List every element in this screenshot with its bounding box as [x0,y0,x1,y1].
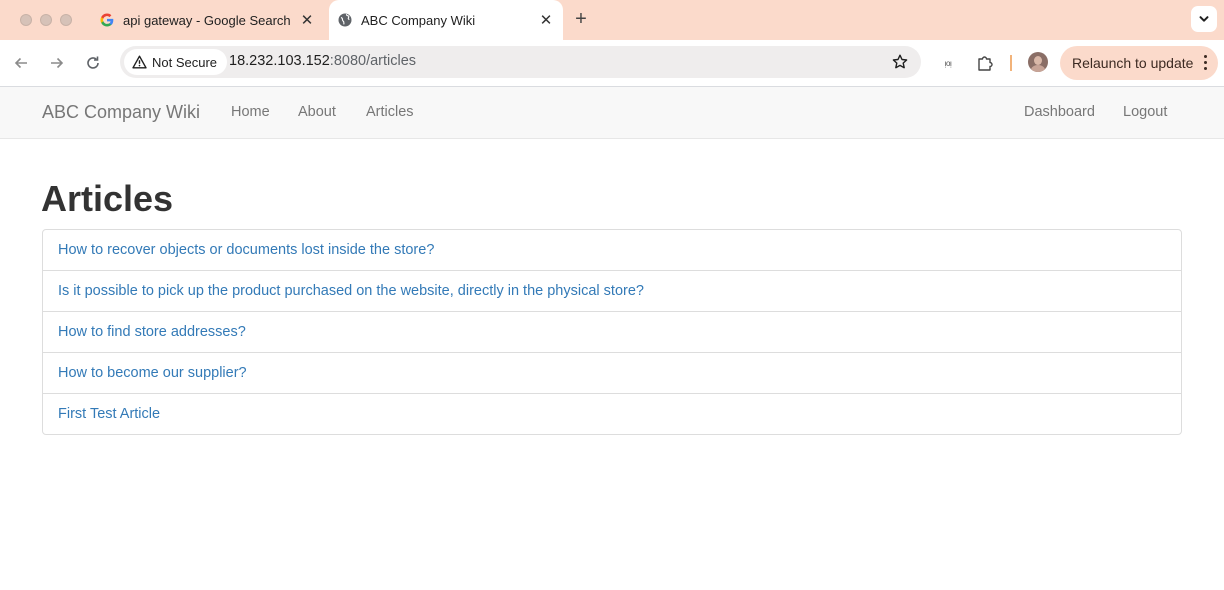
article-link[interactable]: How to find store addresses? [58,324,246,340]
browser-tab-bar: api gateway - Google Search ✕ ABC Compan… [0,0,1224,40]
articles-list: How to recover objects or documents lost… [42,229,1182,435]
list-item[interactable]: First Test Article [43,393,1181,434]
security-chip[interactable]: Not Secure [124,49,228,75]
url-path: :8080/articles [329,53,417,69]
back-arrow-icon[interactable] [11,53,31,73]
list-item[interactable]: Is it possible to pick up the product pu… [43,270,1181,311]
puzzle-extensions-icon[interactable] [975,53,995,73]
article-link[interactable]: Is it possible to pick up the product pu… [58,283,644,299]
article-link[interactable]: How to become our supplier? [58,365,247,381]
browser-toolbar: Not Secure 18.232.103.152:8080/articles … [0,40,1224,87]
extension-icon[interactable]: ᴉᴏᴉ [938,53,958,73]
window-close-dot[interactable] [20,14,32,26]
url-text[interactable]: 18.232.103.152:8080/articles [229,53,416,69]
page-title: Articles [41,178,174,219]
globe-icon [338,13,352,27]
article-link[interactable]: How to recover objects or documents lost… [58,242,434,258]
nav-link-home[interactable]: Home [231,104,270,120]
close-tab-icon[interactable]: ✕ [298,11,316,29]
list-item[interactable]: How to become our supplier? [43,352,1181,393]
list-item[interactable]: How to recover objects or documents lost… [43,230,1181,270]
tab-search-chevron-icon[interactable] [1191,6,1217,32]
warning-triangle-icon [132,55,147,69]
address-bar[interactable]: Not Secure 18.232.103.152:8080/articles [120,46,921,78]
site-navbar: ABC Company Wiki Home About Articles Das… [0,87,1224,139]
nav-link-articles[interactable]: Articles [366,104,414,120]
brand-link[interactable]: ABC Company Wiki [42,102,200,123]
tab-abc-company-wiki[interactable]: ABC Company Wiki ✕ [329,0,563,40]
nav-link-about[interactable]: About [298,104,336,120]
relaunch-label: Relaunch to update [1072,55,1194,71]
window-zoom-dot[interactable] [60,14,72,26]
article-link[interactable]: First Test Article [58,406,160,422]
nav-link-logout[interactable]: Logout [1123,104,1167,120]
relaunch-to-update-button[interactable]: Relaunch to update [1060,46,1218,80]
more-menu-icon[interactable] [1204,55,1207,70]
nav-link-dashboard[interactable]: Dashboard [1024,104,1095,120]
reload-icon[interactable] [83,53,103,73]
new-tab-icon[interactable]: + [571,8,591,30]
list-item[interactable]: How to find store addresses? [43,311,1181,352]
profile-avatar[interactable] [1028,52,1048,72]
close-tab-icon[interactable]: ✕ [537,11,555,29]
window-minimize-dot[interactable] [40,14,52,26]
bookmark-star-icon[interactable] [891,53,909,71]
forward-arrow-icon[interactable] [47,53,67,73]
google-g-icon [100,13,114,27]
tab-google-search[interactable]: api gateway - Google Search ✕ [92,0,324,40]
tab-title: api gateway - Google Search [123,12,291,28]
tab-title: ABC Company Wiki [361,12,476,28]
security-label: Not Secure [152,54,218,70]
toolbar-separator [1010,55,1012,71]
url-host: 18.232.103.152 [229,53,330,69]
